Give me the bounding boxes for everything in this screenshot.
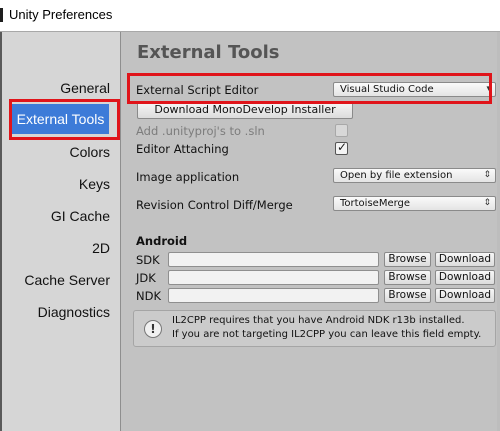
dropdown-arrow-icon: ⇕: [483, 198, 491, 208]
editor-attaching-checkbox[interactable]: ✓: [335, 140, 348, 155]
sidebar-item-keys[interactable]: Keys: [2, 169, 120, 199]
window-titlebar: Unity Preferences: [0, 0, 500, 31]
image-application-label: Image application: [136, 170, 240, 184]
sdk-browse-button[interactable]: Browse: [384, 252, 431, 267]
help-text: IL2CPP requires that you have Android ND…: [172, 314, 481, 342]
sdk-path-input[interactable]: [168, 252, 379, 267]
jdk-label: JDK: [136, 271, 156, 285]
jdk-path-input[interactable]: [168, 270, 379, 285]
info-icon: !: [144, 320, 162, 338]
script-editor-label: External Script Editor: [136, 83, 259, 97]
revision-control-label: Revision Control Diff/Merge: [136, 198, 293, 212]
android-section-heading: Android: [136, 234, 188, 248]
external-tools-panel: External Tools External Script Editor Vi…: [121, 32, 500, 431]
ndk-path-input[interactable]: [168, 288, 379, 303]
sdk-download-button[interactable]: Download: [435, 252, 495, 267]
ndk-label: NDK: [136, 289, 161, 303]
page-title: External Tools: [137, 42, 280, 63]
sidebar-item-external-tools[interactable]: External Tools: [12, 104, 109, 134]
revision-control-dropdown[interactable]: TortoiseMerge ⇕: [333, 196, 496, 211]
sdk-label: SDK: [136, 253, 160, 267]
window-title: Unity Preferences: [9, 7, 113, 22]
ndk-download-button[interactable]: Download: [435, 288, 495, 303]
sidebar-item-gi-cache[interactable]: GI Cache: [2, 201, 120, 231]
ndk-browse-button[interactable]: Browse: [384, 288, 431, 303]
jdk-browse-button[interactable]: Browse: [384, 270, 431, 285]
revision-control-value: TortoiseMerge: [340, 198, 411, 209]
editor-attaching-label: Editor Attaching: [136, 142, 229, 156]
dropdown-arrow-icon: ⇕: [483, 170, 491, 180]
sidebar-item-cache-server[interactable]: Cache Server: [2, 265, 120, 295]
image-application-dropdown[interactable]: Open by file extension ⇕: [333, 168, 496, 183]
help-text-line-2: If you are not targeting IL2CPP you can …: [172, 329, 482, 340]
dropdown-arrow-icon: ▾: [486, 84, 491, 94]
download-monodevelop-button[interactable]: Download MonoDevelop Installer: [137, 101, 353, 119]
script-editor-dropdown[interactable]: Visual Studio Code ▾: [333, 82, 496, 97]
add-unityproj-checkbox[interactable]: [335, 124, 348, 137]
app-icon: [0, 8, 3, 22]
checkmark-icon: ✓: [337, 140, 348, 154]
sidebar-item-diagnostics[interactable]: Diagnostics: [2, 297, 120, 327]
sidebar-item-colors[interactable]: Colors: [2, 137, 120, 167]
script-editor-value: Visual Studio Code: [340, 84, 434, 95]
sidebar-item-general[interactable]: General: [2, 73, 120, 103]
add-unityproj-label: Add .unityproj's to .sln: [136, 124, 265, 138]
help-text-line-1: IL2CPP requires that you have Android ND…: [172, 315, 465, 326]
image-application-value: Open by file extension: [340, 170, 453, 181]
sidebar-item-2d[interactable]: 2D: [2, 233, 120, 263]
jdk-download-button[interactable]: Download: [435, 270, 495, 285]
il2cpp-help-box: ! IL2CPP requires that you have Android …: [133, 310, 496, 347]
